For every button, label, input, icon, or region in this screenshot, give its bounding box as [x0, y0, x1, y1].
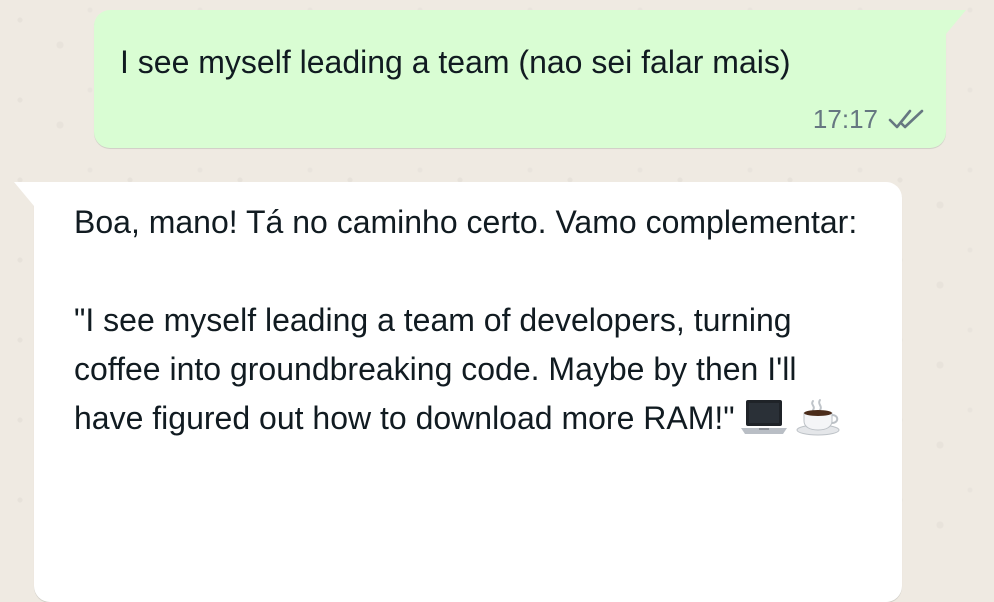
incoming-message-bubble[interactable]: Boa, mano! Tá no caminho certo. Vamo com…: [14, 182, 902, 602]
message-time: 17:17: [812, 104, 878, 134]
incoming-message-text: Boa, mano! Tá no caminho certo. Vamo com…: [74, 204, 858, 240]
outgoing-message-bubble[interactable]: I see myself leading a team (nao sei fal…: [94, 10, 966, 148]
quote-text: "I see myself leading a team of develope…: [74, 302, 797, 436]
message-meta: 17:17: [813, 104, 926, 134]
coffee-icon: [793, 397, 843, 451]
bubble-tail: [14, 182, 34, 206]
laptop-icon: [739, 397, 789, 451]
incoming-message-quote: "I see myself leading a team of develope…: [74, 296, 874, 451]
outgoing-message-text: I see myself leading a team (nao sei fal…: [120, 44, 791, 80]
incoming-message-body: Boa, mano! Tá no caminho certo. Vamo com…: [74, 198, 874, 451]
bubble-tail: [946, 10, 966, 34]
double-check-icon: [888, 109, 924, 129]
